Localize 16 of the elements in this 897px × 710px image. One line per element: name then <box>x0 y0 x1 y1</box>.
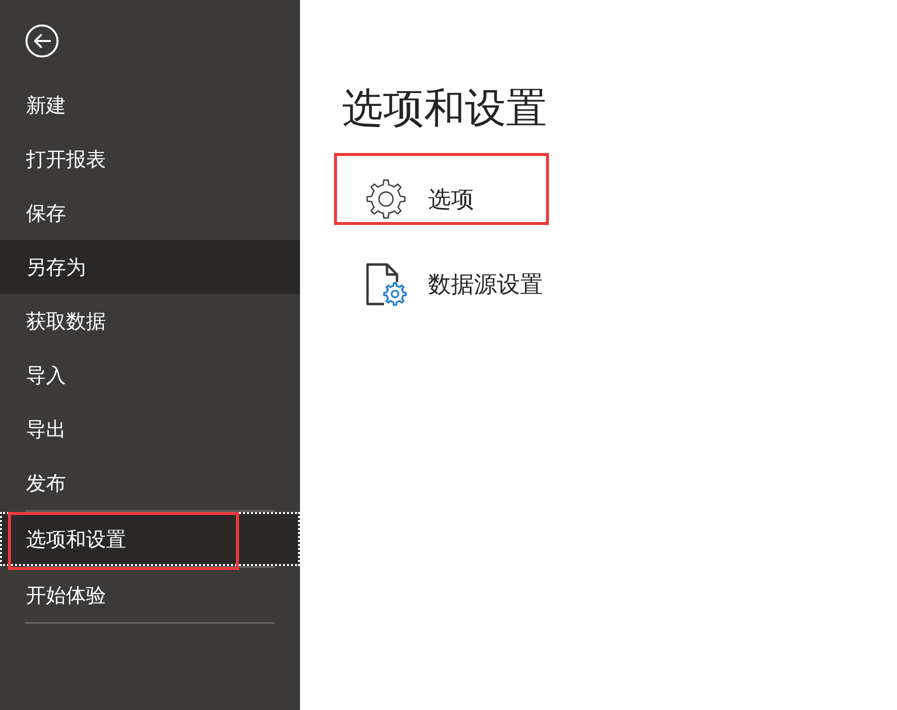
menu-item[interactable]: 选项和设置 <box>0 512 300 566</box>
menu-item[interactable]: 打开报表 <box>0 132 300 186</box>
menu-item[interactable]: 另存为 <box>0 240 300 294</box>
menu-item[interactable]: 发布 <box>0 456 300 510</box>
page-title: 选项和设置 <box>342 84 547 132</box>
menu-item[interactable]: 保存 <box>0 186 300 240</box>
menu-item[interactable]: 导出 <box>0 402 300 456</box>
gear-icon <box>365 178 407 220</box>
menu-item[interactable]: 导入 <box>0 348 300 402</box>
menu-item[interactable]: 新建 <box>0 78 300 132</box>
document-gear-icon <box>365 262 407 306</box>
menu-item[interactable]: 获取数据 <box>0 294 300 348</box>
option-item[interactable]: 数据源设置 <box>342 252 553 316</box>
back-button[interactable] <box>25 24 59 58</box>
option-item[interactable]: 选项 <box>342 167 484 231</box>
menu-item[interactable]: 开始体验 <box>0 568 300 622</box>
